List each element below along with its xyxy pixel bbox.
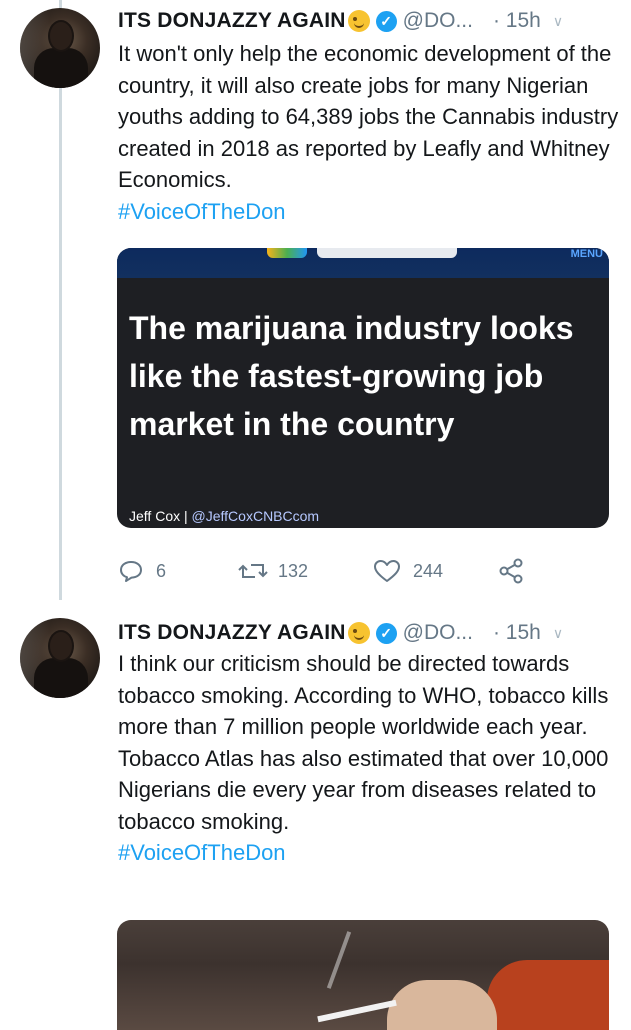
retweet-icon	[238, 564, 268, 578]
chevron-down-icon[interactable]: ∨	[553, 13, 563, 30]
tweet-header: ITS DONJAZZY AGAIN ✓ @DO... · 15h ∨	[118, 6, 621, 36]
link-card[interactable]: MENU The marijuana industry looks like t…	[117, 248, 609, 528]
avatar[interactable]	[20, 8, 100, 88]
hashtag-link[interactable]: #VoiceOfTheDon	[118, 837, 623, 869]
retweet-button[interactable]: 132	[238, 559, 373, 583]
avatar-figure-head	[50, 632, 72, 660]
author-name[interactable]: ITS DONJAZZY AGAIN	[118, 9, 346, 33]
author-handle[interactable]: @DO...	[403, 621, 473, 645]
tweet-text: It won't only help the economic developm…	[118, 41, 619, 192]
tweet-1[interactable]: ITS DONJAZZY AGAIN ✓ @DO... · 15h ∨ It w…	[0, 0, 631, 600]
like-button[interactable]: 244	[373, 559, 498, 583]
tweet-header: ITS DONJAZZY AGAIN ✓ @DO... · 15h ∨	[118, 618, 621, 648]
heart-icon	[374, 560, 400, 582]
card-headline: The marijuana industry looks like the fa…	[129, 310, 574, 442]
photo-hand	[387, 980, 497, 1030]
cnbc-peacock-icon	[267, 248, 307, 258]
byline-separator: |	[184, 508, 188, 524]
avatar-figure-head	[50, 22, 72, 50]
avatar[interactable]	[20, 618, 100, 698]
reply-count: 6	[156, 560, 167, 581]
tweet-media-image[interactable]	[117, 920, 609, 1030]
share-icon	[499, 558, 523, 584]
tweet-text-block: It won't only help the economic developm…	[118, 38, 623, 227]
reply-icon	[120, 561, 142, 582]
retweet-count: 132	[278, 560, 309, 581]
author-name[interactable]: ITS DONJAZZY AGAIN	[118, 621, 346, 645]
card-byline: Jeff Cox | @JeffCoxCNBCcom	[129, 508, 319, 524]
verified-badge-icon: ✓	[375, 622, 397, 644]
tweet-text: I think our criticism should be directed…	[118, 651, 609, 834]
tweet-actions: 6 132 244	[118, 556, 524, 586]
photo-sleeve	[487, 960, 609, 1030]
avatar-figure-body	[34, 658, 88, 698]
verified-badge-icon: ✓	[375, 10, 397, 32]
byline-handle: @JeffCoxCNBCcom	[191, 508, 320, 524]
tweet-time[interactable]: · 15h	[493, 9, 541, 33]
tweet-time[interactable]: · 15h	[493, 621, 541, 645]
photo-cigarette	[317, 999, 397, 1023]
card-menu-label: MENU	[570, 248, 603, 260]
reply-button[interactable]: 6	[118, 559, 238, 583]
photo-smoke	[326, 931, 352, 989]
avatar-figure-body	[34, 48, 88, 88]
like-count: 244	[413, 560, 444, 581]
winking-face-emoji-icon	[347, 622, 370, 644]
hashtag-link[interactable]: #VoiceOfTheDon	[118, 196, 623, 228]
chevron-down-icon[interactable]: ∨	[553, 625, 563, 642]
tweet-text-block: I think our criticism should be directed…	[118, 648, 623, 869]
winking-face-emoji-icon	[347, 10, 370, 32]
byline-author: Jeff Cox	[129, 508, 181, 524]
cnbc-logo-icon	[317, 248, 457, 258]
share-button[interactable]	[498, 558, 524, 584]
author-handle[interactable]: @DO...	[403, 9, 473, 33]
